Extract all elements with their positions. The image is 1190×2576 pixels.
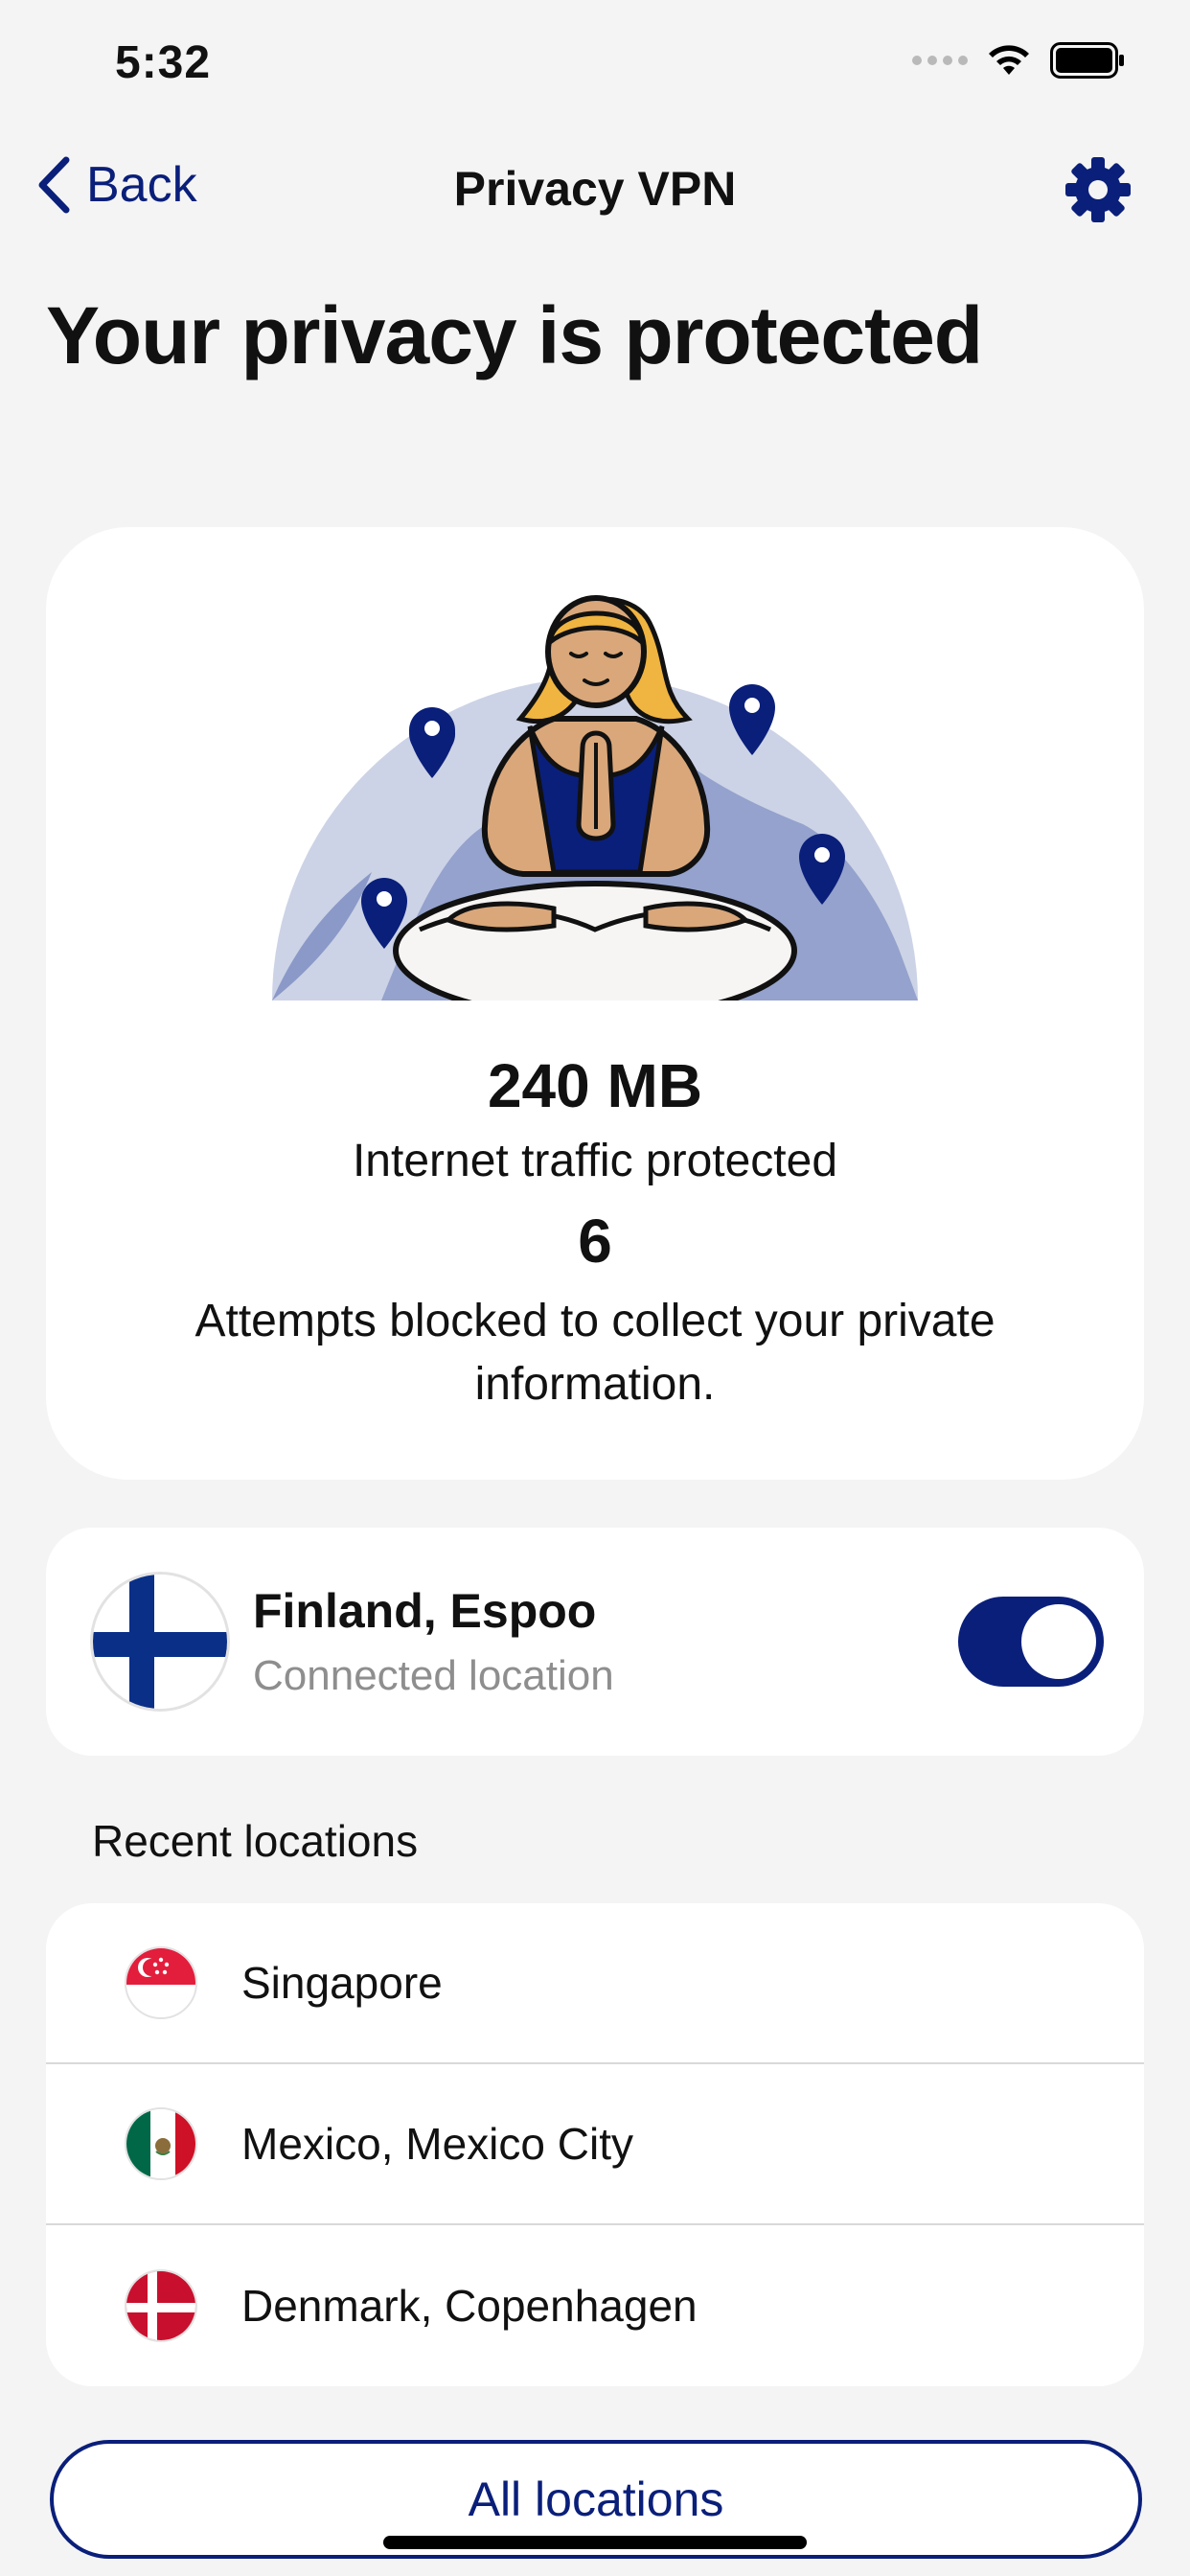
connected-location-subtitle: Connected location — [253, 1652, 614, 1699]
recent-location-row[interactable]: Singapore — [46, 1903, 1144, 2064]
attempts-blocked-label: Attempts blocked to collect your private… — [195, 1296, 995, 1410]
status-time: 5:32 — [115, 37, 212, 88]
cellular-signal-icon — [912, 56, 968, 65]
gear-icon — [1065, 157, 1131, 222]
protection-stats-card: 240 MB Internet traffic protected 6 Atte… — [46, 527, 1144, 1480]
nav-title: Privacy VPN — [453, 162, 737, 216]
battery-icon — [1050, 42, 1124, 79]
all-locations-label: All locations — [468, 2472, 724, 2526]
flag-singapore-icon — [125, 1946, 197, 2019]
status-icons — [912, 42, 1125, 79]
toggle-knob — [1021, 1604, 1096, 1679]
meditation-illustration — [272, 595, 918, 1000]
vpn-toggle[interactable] — [958, 1597, 1104, 1687]
recent-location-label: Mexico, Mexico City — [241, 2119, 633, 2169]
attempts-blocked-value: 6 — [578, 1207, 612, 1276]
recent-locations-heading: Recent locations — [92, 1816, 419, 1866]
flag-finland-icon — [90, 1572, 230, 1712]
recent-location-row[interactable]: Mexico, Mexico City — [46, 2064, 1144, 2225]
recent-location-label: Singapore — [241, 1958, 443, 2008]
traffic-protected-value: 240 MB — [487, 1051, 703, 1120]
settings-button[interactable] — [1064, 155, 1133, 229]
connected-location-card[interactable]: Finland, Espoo Connected location — [46, 1528, 1144, 1756]
flag-denmark-icon — [125, 2269, 197, 2342]
recent-location-label: Denmark, Copenhagen — [241, 2281, 698, 2331]
flag-mexico-icon — [125, 2107, 197, 2180]
connected-location-name: Finland, Espoo — [253, 1584, 597, 1638]
home-indicator[interactable] — [383, 2536, 807, 2549]
traffic-protected-label: Internet traffic protected — [352, 1136, 838, 1186]
page-title: Your privacy is protected — [46, 290, 983, 380]
recent-location-row[interactable]: Denmark, Copenhagen — [46, 2225, 1144, 2386]
recent-locations-list: Singapore Mexico, Mexico City Denmark, C… — [46, 1903, 1144, 2386]
wifi-icon — [989, 45, 1029, 75]
